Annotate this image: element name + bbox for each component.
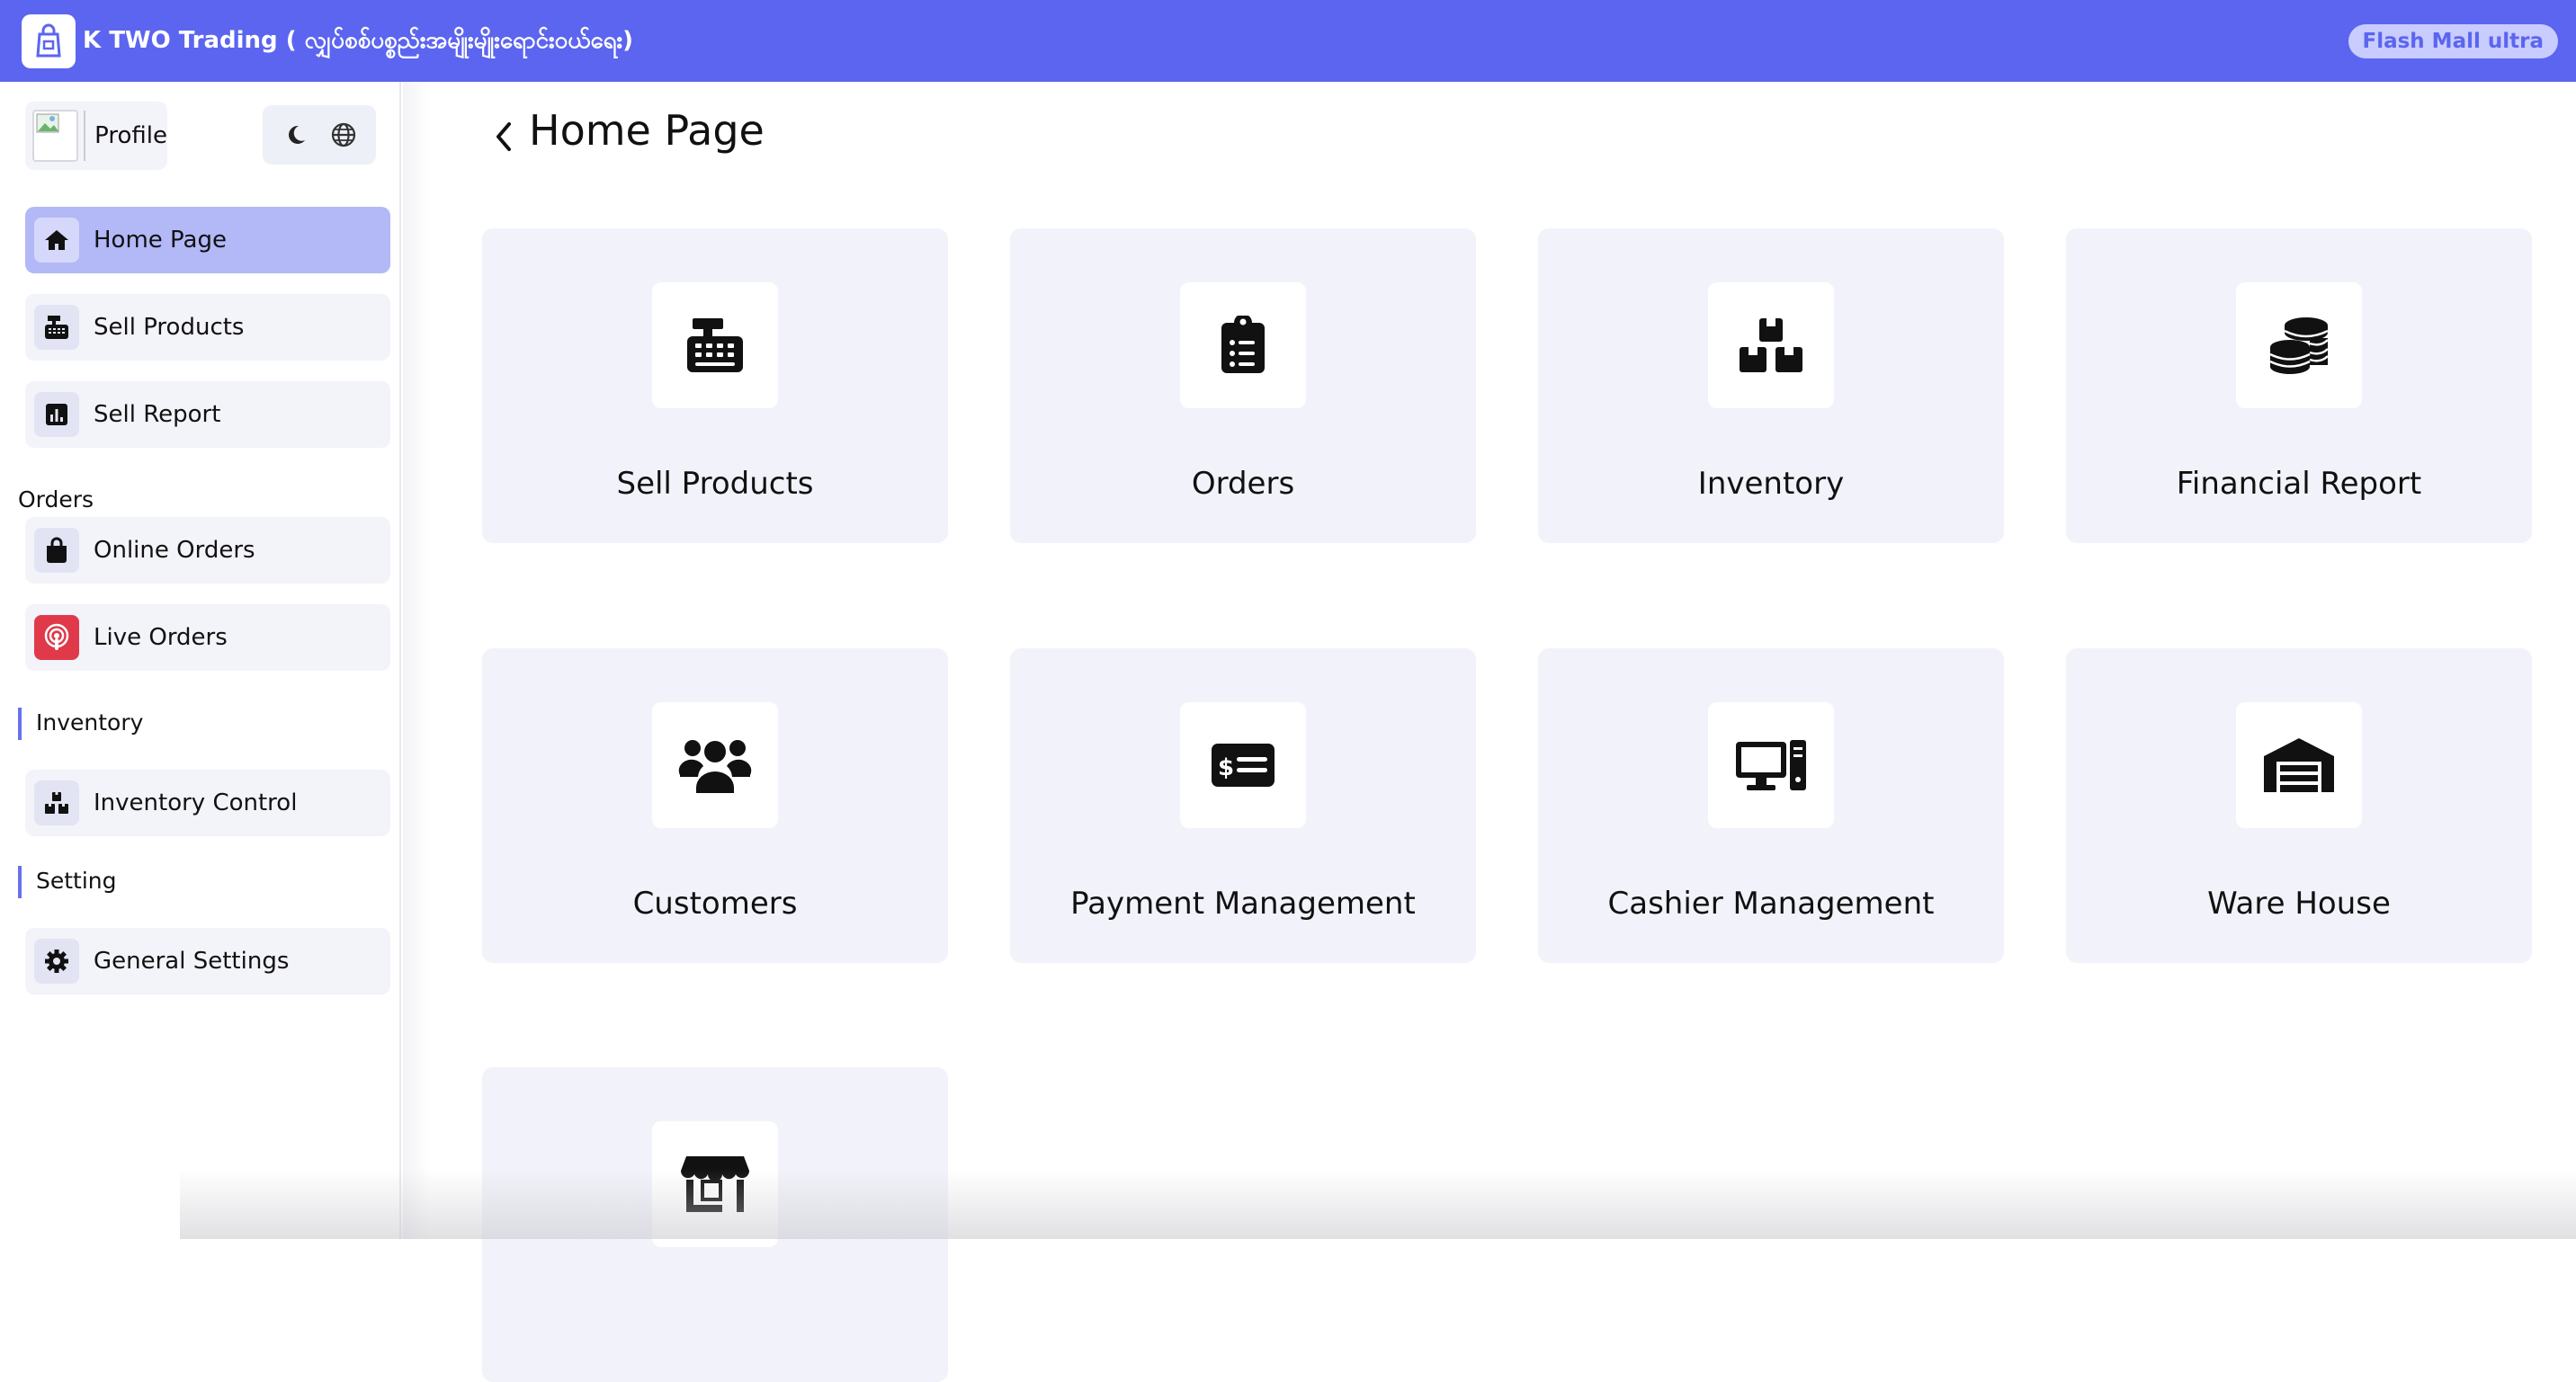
store-icon bbox=[652, 1121, 778, 1247]
top-bar: K TWO Trading ( လျှပ်စစ်ပစ္စည်းအမျိုးမျိ… bbox=[0, 0, 2576, 82]
warehouse-icon bbox=[2236, 702, 2362, 828]
card-sell-products[interactable]: Sell Products bbox=[482, 228, 948, 543]
card-label: Sell Products bbox=[616, 466, 814, 502]
section-marker bbox=[18, 708, 22, 740]
sidebar-item-label: General Settings bbox=[94, 948, 290, 975]
app-title: K TWO Trading ( လျှပ်စစ်ပစ္စည်းအမျိုးမျိ… bbox=[83, 27, 634, 54]
cash-register-icon bbox=[34, 305, 79, 350]
card-cashier-management[interactable]: Cashier Management bbox=[1538, 648, 2004, 963]
card-label: Orders bbox=[1191, 466, 1295, 502]
section-orders: Orders bbox=[18, 486, 94, 513]
back-chevron-icon[interactable] bbox=[491, 119, 516, 158]
theme-toggle-button[interactable] bbox=[278, 117, 314, 153]
language-button[interactable] bbox=[326, 117, 362, 153]
card-inventory[interactable]: Inventory bbox=[1538, 228, 2004, 543]
boxes-icon bbox=[1708, 282, 1834, 408]
podcast-icon bbox=[34, 615, 79, 660]
sidebar-item-label: Live Orders bbox=[94, 624, 228, 651]
plan-badge[interactable]: Flash Mall ultra bbox=[2348, 24, 2558, 58]
profile-label: Profile bbox=[94, 122, 167, 149]
sidebar-item-sell-products[interactable]: Sell Products bbox=[25, 294, 390, 361]
card-orders[interactable]: Orders bbox=[1010, 228, 1476, 543]
card-label: Customers bbox=[632, 886, 798, 922]
sidebar-item-general-settings[interactable]: General Settings bbox=[25, 928, 390, 994]
sidebar: Profile Home Page Sell Products Sell Rep… bbox=[0, 82, 401, 1239]
home-icon bbox=[34, 218, 79, 263]
profile-divider bbox=[84, 111, 86, 161]
sidebar-item-live-orders[interactable]: Live Orders bbox=[25, 604, 390, 671]
shopping-bag-icon bbox=[34, 528, 79, 573]
card-label: Cashier Management bbox=[1607, 886, 1935, 922]
card-store[interactable] bbox=[482, 1067, 948, 1382]
sidebar-item-label: Home Page bbox=[94, 227, 227, 254]
sidebar-item-home-page[interactable]: Home Page bbox=[25, 207, 390, 273]
card-ware-house[interactable]: Ware House bbox=[2066, 648, 2532, 963]
card-label: Ware House bbox=[2207, 886, 2391, 922]
broken-image-icon bbox=[36, 113, 59, 133]
svg-text:$: $ bbox=[1218, 754, 1234, 781]
bag-logo-icon bbox=[36, 23, 61, 58]
sidebar-item-sell-report[interactable]: Sell Report bbox=[25, 381, 390, 448]
gear-icon bbox=[34, 939, 79, 984]
page-title: Home Page bbox=[529, 106, 765, 155]
toolbar bbox=[263, 105, 376, 165]
sidebar-item-label: Sell Products bbox=[94, 314, 245, 341]
sidebar-item-label: Sell Report bbox=[94, 401, 221, 428]
clipboard-list-icon bbox=[1180, 282, 1306, 408]
section-marker bbox=[18, 866, 22, 898]
computer-icon bbox=[1708, 702, 1834, 828]
app-logo bbox=[22, 14, 76, 68]
card-financial-report[interactable]: Financial Report bbox=[2066, 228, 2532, 543]
moon-icon bbox=[288, 125, 305, 144]
sidebar-item-label: Online Orders bbox=[94, 537, 255, 564]
boxes-icon bbox=[34, 780, 79, 825]
card-label: Financial Report bbox=[2176, 466, 2422, 502]
card-payment-management[interactable]: $ Payment Management bbox=[1010, 648, 1476, 963]
main-edge-shade bbox=[403, 82, 430, 1239]
card-customers[interactable]: Customers bbox=[482, 648, 948, 963]
money-check-icon: $ bbox=[1180, 702, 1306, 828]
globe-icon bbox=[331, 122, 355, 147]
section-inventory: Inventory bbox=[36, 709, 144, 736]
users-icon bbox=[652, 702, 778, 828]
card-label: Payment Management bbox=[1070, 886, 1416, 922]
section-setting: Setting bbox=[36, 868, 117, 894]
sidebar-item-online-orders[interactable]: Online Orders bbox=[25, 517, 390, 584]
coins-icon bbox=[2236, 282, 2362, 408]
chart-icon bbox=[34, 392, 79, 437]
cash-register-icon bbox=[652, 282, 778, 408]
card-label: Inventory bbox=[1697, 466, 1845, 502]
sidebar-item-label: Inventory Control bbox=[94, 789, 298, 816]
profile-button[interactable]: Profile bbox=[25, 102, 167, 170]
avatar bbox=[32, 110, 79, 162]
sidebar-item-inventory-control[interactable]: Inventory Control bbox=[25, 770, 390, 836]
